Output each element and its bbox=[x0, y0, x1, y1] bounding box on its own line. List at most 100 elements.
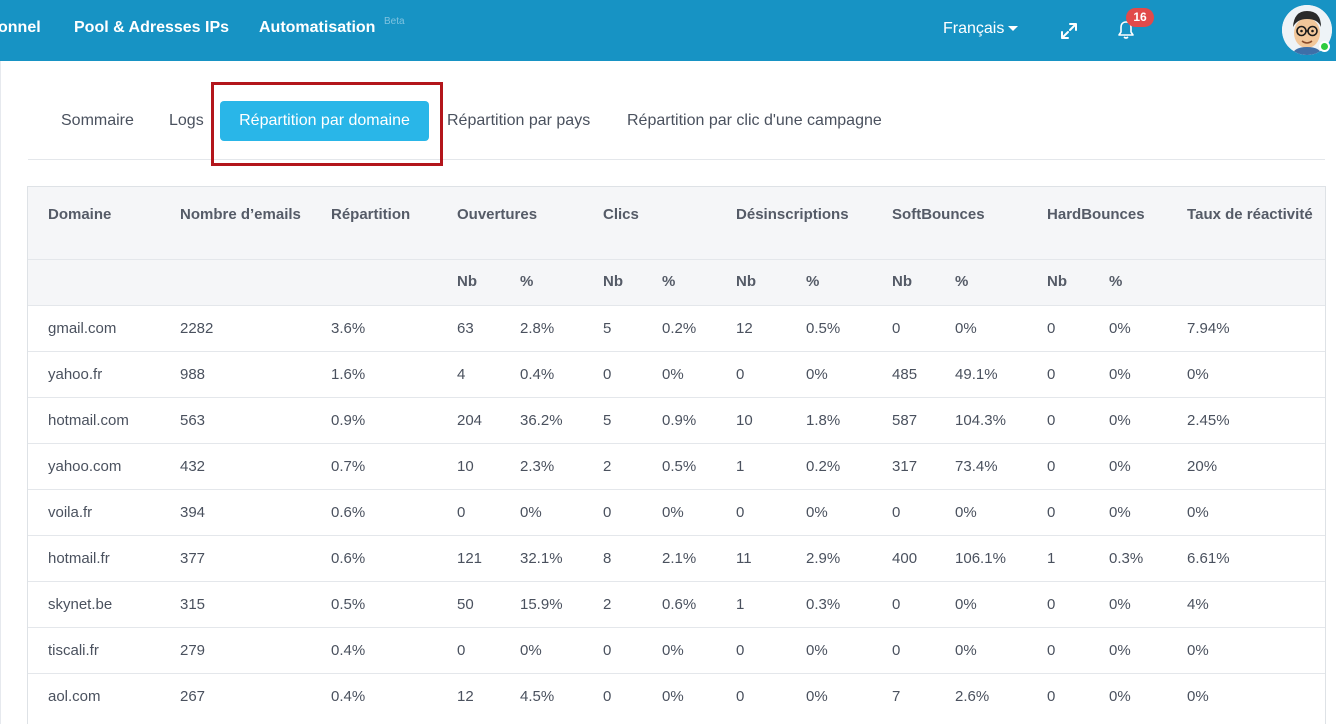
cell-clics-nb: 0 bbox=[583, 626, 643, 673]
cell-taux-reactivite: 0% bbox=[1167, 350, 1325, 397]
nav-item-pool-ips[interactable]: Pool & Adresses IPs bbox=[74, 19, 229, 37]
cell-repartition: 0.9% bbox=[311, 396, 437, 443]
cell-ouvertures-pct: 32.1% bbox=[500, 534, 584, 581]
cell-desinscriptions-nb: 10 bbox=[716, 396, 787, 443]
nav-item-personnel[interactable]: onnel bbox=[0, 19, 41, 37]
cell-domaine: hotmail.fr bbox=[28, 534, 160, 581]
cell-softbounces-nb: 485 bbox=[872, 350, 936, 397]
table-row: aol.com 267 0.4% 12 4.5% 0 0% 0 0% 7 2.6% 0 0% 0% bbox=[28, 672, 1325, 719]
cell-desinscriptions-nb: 12 bbox=[716, 304, 787, 351]
cell-ouvertures-nb: 12 bbox=[437, 672, 500, 719]
cell-hardbounces-pct: 0% bbox=[1089, 626, 1168, 673]
table-row: hotmail.fr 377 0.6% 121 32.1% 8 2.1% 11 2.9% 400 1… bbox=[28, 534, 1325, 581]
cell-hardbounces-nb: 0 bbox=[1027, 488, 1090, 535]
cell-clics-nb: 0 bbox=[583, 350, 643, 397]
cell-clics-pct: 2.1% bbox=[642, 534, 717, 581]
table-row: voila.fr 394 0.6% 0 0% 0 0% 0 0% 0 0% 0 0% 0% bbox=[28, 488, 1325, 535]
cell-desinscriptions-nb: 1 bbox=[716, 442, 787, 489]
language-dropdown[interactable]: Français bbox=[943, 20, 1019, 38]
cell-domaine: yahoo.com bbox=[28, 442, 160, 489]
cell-softbounces-pct: 2.6% bbox=[935, 672, 1028, 719]
cell-desinscriptions-nb: 1 bbox=[716, 580, 787, 627]
tab-repartition-clic[interactable]: Répartition par clic d'une campagne bbox=[627, 112, 882, 130]
cell-desinscriptions-pct: 2.9% bbox=[786, 534, 873, 581]
cell-desinscriptions-nb: 0 bbox=[716, 350, 787, 397]
cell-clics-nb: 0 bbox=[583, 488, 643, 535]
cell-hardbounces-nb: 0 bbox=[1027, 396, 1090, 443]
cell-clics-pct: 0% bbox=[642, 488, 717, 535]
fullscreen-expand-icon[interactable] bbox=[1060, 22, 1078, 40]
col-header-repartition[interactable]: Répartition bbox=[311, 187, 437, 259]
cell-clics-pct: 0.6% bbox=[642, 580, 717, 627]
cell-nombre-emails: 267 bbox=[160, 672, 311, 719]
cell-hardbounces-pct: 0.3% bbox=[1089, 534, 1168, 581]
cell-hardbounces-pct: 0% bbox=[1089, 396, 1168, 443]
highlight-annotation-box bbox=[211, 82, 443, 166]
cell-repartition: 1.6% bbox=[311, 350, 437, 397]
cell-repartition: 0.4% bbox=[311, 626, 437, 673]
cell-taux-reactivite: 20% bbox=[1167, 442, 1325, 489]
cell-taux-reactivite: 7.94% bbox=[1167, 304, 1325, 351]
table-row: skynet.be 315 0.5% 50 15.9% 2 0.6% 1 0.3% 0 0% 0 0% 4… bbox=[28, 580, 1325, 627]
subheader-nb: Nb bbox=[872, 258, 936, 305]
language-label: Français bbox=[943, 20, 1005, 37]
cell-hardbounces-nb: 0 bbox=[1027, 304, 1090, 351]
cell-desinscriptions-nb: 11 bbox=[716, 534, 787, 581]
tab-logs[interactable]: Logs bbox=[169, 112, 204, 130]
cell-taux-reactivite: 0% bbox=[1167, 672, 1325, 719]
cell-ouvertures-pct: 36.2% bbox=[500, 396, 584, 443]
tab-sommaire[interactable]: Sommaire bbox=[61, 112, 134, 130]
cell-hardbounces-pct: 0% bbox=[1089, 580, 1168, 627]
col-header-taux-reactivite[interactable]: Taux de réactivité bbox=[1167, 187, 1325, 259]
cell-desinscriptions-nb: 0 bbox=[716, 488, 787, 535]
cell-ouvertures-nb: 50 bbox=[437, 580, 500, 627]
cell-nombre-emails: 394 bbox=[160, 488, 311, 535]
cell-domaine: yahoo.fr bbox=[28, 350, 160, 397]
cell-domaine: hotmail.com bbox=[28, 396, 160, 443]
cell-repartition: 0.6% bbox=[311, 534, 437, 581]
cell-repartition: 0.7% bbox=[311, 442, 437, 489]
cell-ouvertures-nb: 63 bbox=[437, 304, 500, 351]
cell-softbounces-nb: 0 bbox=[872, 580, 936, 627]
cell-clics-nb: 8 bbox=[583, 534, 643, 581]
cell-softbounces-pct: 106.1% bbox=[935, 534, 1028, 581]
cell-clics-pct: 0% bbox=[642, 672, 717, 719]
col-header-ouvertures[interactable]: Ouvertures bbox=[437, 187, 584, 259]
cell-clics-pct: 0% bbox=[642, 350, 717, 397]
cell-ouvertures-nb: 10 bbox=[437, 442, 500, 489]
col-header-clics[interactable]: Clics bbox=[583, 187, 717, 259]
cell-desinscriptions-pct: 0% bbox=[786, 350, 873, 397]
subheader-pct: % bbox=[500, 258, 584, 305]
col-header-desinscriptions[interactable]: Désinscriptions bbox=[716, 187, 873, 259]
cell-desinscriptions-pct: 1.8% bbox=[786, 396, 873, 443]
subheader-nb: Nb bbox=[716, 258, 787, 305]
cell-ouvertures-nb: 0 bbox=[437, 488, 500, 535]
col-header-softbounces[interactable]: SoftBounces bbox=[872, 187, 1028, 259]
cell-nombre-emails: 432 bbox=[160, 442, 311, 489]
cell-softbounces-nb: 587 bbox=[872, 396, 936, 443]
tab-repartition-pays[interactable]: Répartition par pays bbox=[447, 112, 590, 130]
cell-ouvertures-pct: 0.4% bbox=[500, 350, 584, 397]
cell-clics-nb: 0 bbox=[583, 672, 643, 719]
cell-ouvertures-pct: 4.5% bbox=[500, 672, 584, 719]
subheader-nb: Nb bbox=[1027, 258, 1090, 305]
cell-repartition: 0.6% bbox=[311, 488, 437, 535]
cell-domaine: skynet.be bbox=[28, 580, 160, 627]
cell-desinscriptions-nb: 0 bbox=[716, 626, 787, 673]
table-row: yahoo.com 432 0.7% 10 2.3% 2 0.5% 1 0.2% 317 73.4%… bbox=[28, 442, 1325, 489]
cell-clics-nb: 2 bbox=[583, 442, 643, 489]
cell-nombre-emails: 563 bbox=[160, 396, 311, 443]
col-header-nombre-emails[interactable]: Nombre d’emails bbox=[160, 187, 311, 259]
col-header-hardbounces[interactable]: HardBounces bbox=[1027, 187, 1168, 259]
cell-taux-reactivite: 6.61% bbox=[1167, 534, 1325, 581]
col-header-domaine[interactable]: Domaine bbox=[28, 187, 160, 259]
nav-item-automatisation[interactable]: Automatisation bbox=[259, 19, 375, 37]
cell-softbounces-pct: 0% bbox=[935, 580, 1028, 627]
cell-hardbounces-pct: 0% bbox=[1089, 350, 1168, 397]
cell-ouvertures-nb: 0 bbox=[437, 626, 500, 673]
table-row: gmail.com 2282 3.6% 63 2.8% 5 0.2% 12 0.5% 0 0% 0 0%… bbox=[28, 304, 1325, 351]
cell-hardbounces-pct: 0% bbox=[1089, 488, 1168, 535]
cell-hardbounces-nb: 0 bbox=[1027, 350, 1090, 397]
table-row: yahoo.fr 988 1.6% 4 0.4% 0 0% 0 0% 485 49.1% 0 0% 0% bbox=[28, 350, 1325, 397]
cell-softbounces-pct: 0% bbox=[935, 304, 1028, 351]
